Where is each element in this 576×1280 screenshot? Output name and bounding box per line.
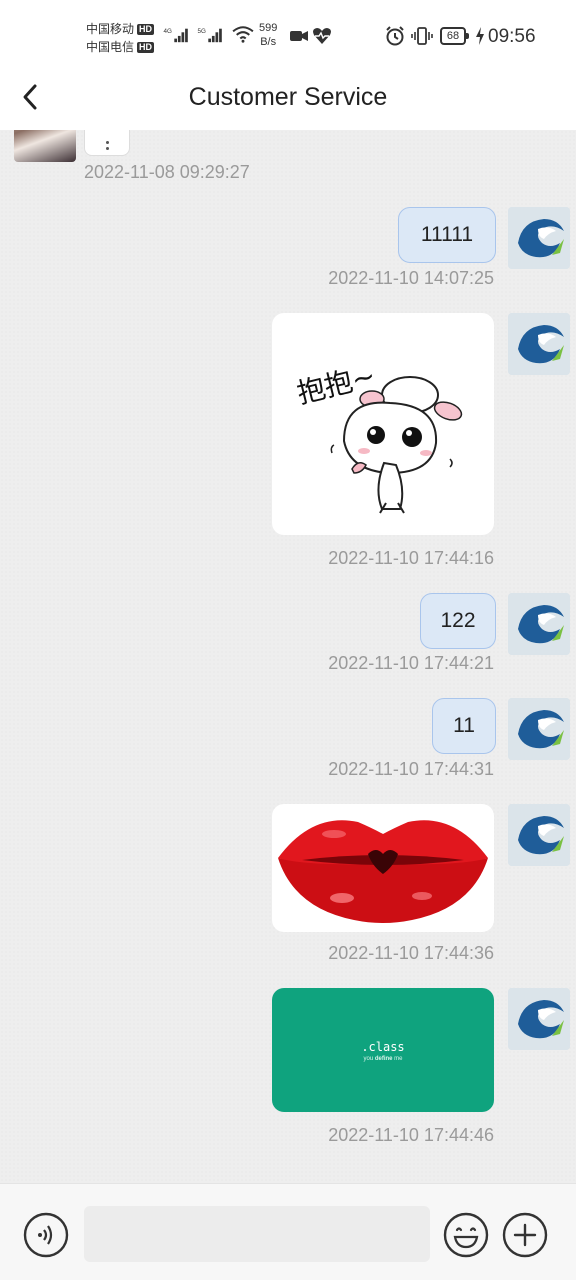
hd-badge: HD [137, 42, 155, 53]
lips-sticker [278, 820, 488, 923]
image-subtitle: you define me [363, 1056, 403, 1062]
message-timestamp: 2022-11-10 14:07:25 [328, 268, 494, 288]
chat-list[interactable]: 2022-11-08 09:29:27 11111 2022-11-10 14:… [0, 130, 576, 1183]
avatar-logo-icon [508, 988, 570, 1050]
carrier-1: 中国移动 [86, 22, 135, 36]
sheep-hug-sticker: 抱抱~ [294, 359, 463, 514]
smiley-icon[interactable] [443, 1212, 489, 1258]
sticker-image[interactable]: 抱抱~ [272, 313, 494, 535]
speed-unit: B/s [260, 36, 277, 48]
video-icon [290, 31, 308, 41]
net-5g-label: 5G [198, 28, 207, 35]
input-bar [0, 1183, 576, 1280]
wifi-icon [232, 26, 254, 43]
my-avatar[interactable] [508, 698, 570, 760]
avatar-logo-icon [508, 593, 570, 655]
sent-message-bubble[interactable]: 11111 [398, 207, 496, 263]
avatar-logo-icon [508, 207, 570, 269]
peer-message-bubble[interactable] [84, 130, 130, 156]
page-title: Customer Service [188, 83, 388, 111]
message-input[interactable] [84, 1206, 430, 1262]
alarm-icon [386, 26, 404, 46]
signal-5g-icon: 5G [198, 28, 222, 43]
message-timestamp: 2022-11-10 17:44:16 [328, 548, 494, 568]
battery-level: 68 [440, 27, 469, 45]
message-timestamp: 2022-11-10 17:44:36 [328, 943, 494, 963]
vibrate-icon [411, 27, 433, 45]
charging-icon [476, 27, 484, 45]
clock: 09:56 [488, 26, 536, 47]
message-timestamp: 2022-11-10 17:44:46 [328, 1125, 494, 1145]
plus-icon[interactable] [502, 1212, 548, 1258]
carrier-2: 中国电信 [86, 40, 135, 54]
message-timestamp: 2022-11-10 17:44:21 [328, 653, 494, 673]
nav-header: Customer Service [0, 64, 576, 130]
sent-message-bubble[interactable]: 11 [432, 698, 496, 754]
carrier-info: 中国移动 HD 中国电信 HD [86, 20, 155, 56]
sticker-image[interactable] [272, 804, 494, 932]
status-bar: 中国移动 HD 中国电信 HD 4G 5G 599 B/s 68 09:56 [0, 0, 576, 64]
network-speed: 599 B/s [259, 21, 277, 49]
my-avatar[interactable] [508, 593, 570, 655]
my-avatar[interactable] [508, 804, 570, 866]
speed-value: 599 [259, 22, 278, 34]
my-avatar[interactable] [508, 988, 570, 1050]
sent-message-bubble[interactable]: 122 [420, 593, 496, 649]
avatar-logo-icon [508, 698, 570, 760]
image-title: .class [361, 1040, 405, 1054]
signal-4g-icon: 4G [164, 28, 188, 43]
avatar-logo-icon [508, 313, 570, 375]
peer-avatar[interactable] [14, 130, 76, 162]
voice-icon[interactable] [23, 1212, 69, 1258]
health-heart-icon [313, 28, 331, 44]
image-message[interactable]: .class you define me [272, 988, 494, 1112]
message-timestamp: 2022-11-10 17:44:31 [328, 759, 494, 779]
avatar-logo-icon [508, 804, 570, 866]
message-timestamp: 2022-11-08 09:29:27 [84, 162, 250, 182]
my-avatar[interactable] [508, 207, 570, 269]
net-4g-label: 4G [164, 28, 173, 35]
hd-badge: HD [137, 24, 155, 35]
my-avatar[interactable] [508, 313, 570, 375]
